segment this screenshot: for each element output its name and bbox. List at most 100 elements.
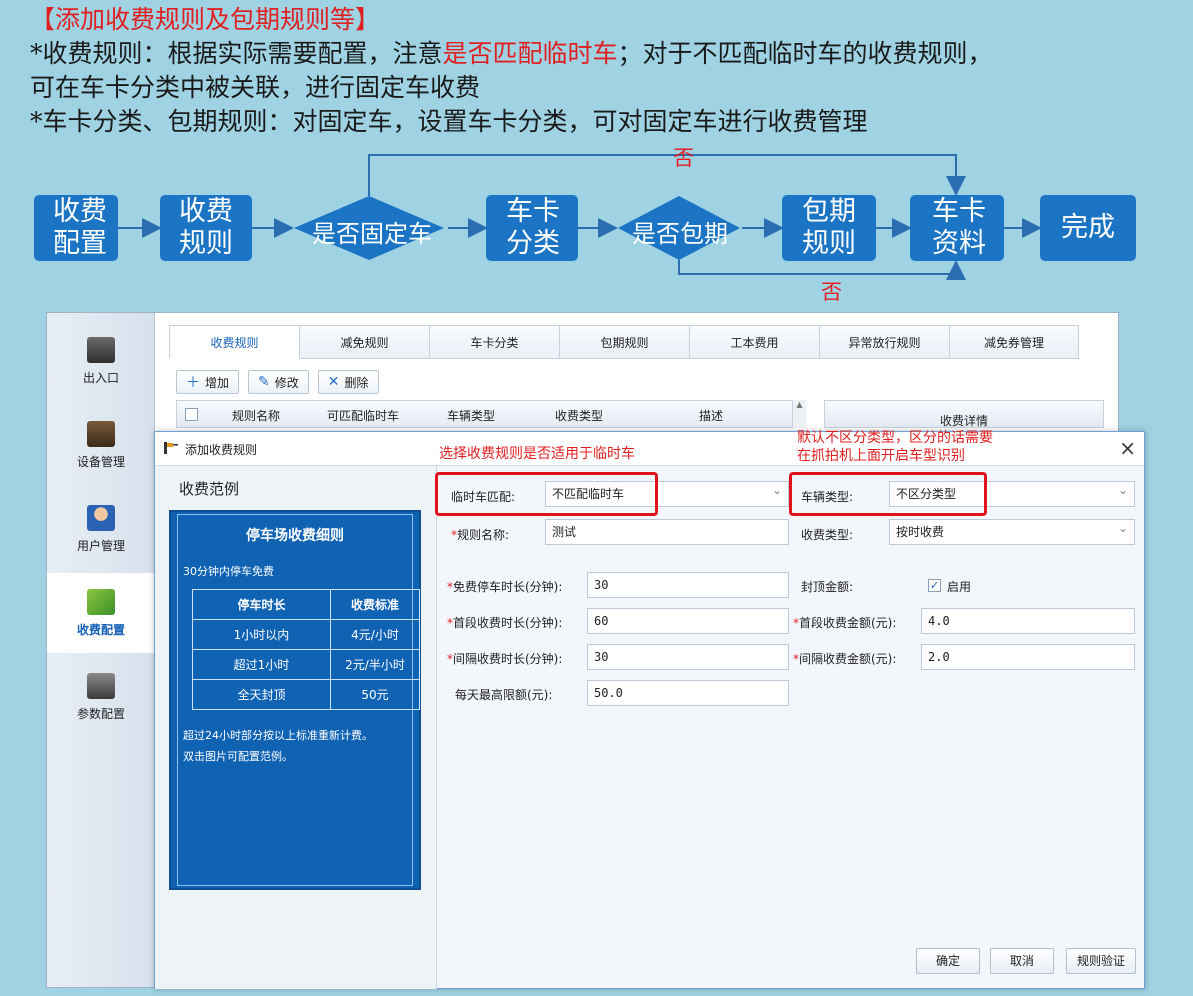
free-duration-input[interactable]: 30 (587, 572, 789, 598)
line1-highlight: 是否匹配临时车 (442, 39, 618, 68)
device-icon (87, 420, 115, 447)
flow-box-card-data: 车卡 资料 (910, 195, 1004, 261)
cancel-button[interactable]: 取消 (990, 948, 1054, 974)
flow-no-label-bottom: 否 (821, 280, 842, 304)
fee-type-select[interactable]: 按时收费 (889, 516, 1135, 545)
x-icon: ✕ (327, 374, 340, 390)
select-all-checkbox[interactable] (185, 408, 198, 421)
tab-card-class[interactable]: 车卡分类 (429, 325, 559, 359)
add-button[interactable]: ＋ 增加 (176, 370, 240, 394)
delete-label: 删除 (344, 375, 369, 390)
interval-amount-input[interactable]: 2.0 (921, 644, 1135, 670)
daily-max-input[interactable]: 50.0 (587, 680, 789, 706)
th-duration: 停车时长 (192, 589, 331, 620)
annotation-temp-car: 选择收费规则是否适用于临时车 (439, 446, 635, 462)
annotation-vehicle-type-2: 在抓拍机上面开启车型识别 (797, 448, 965, 464)
cap-enable-checkbox[interactable]: ✓ (928, 579, 941, 592)
first-amount-label: *首段收费金额(元): (793, 614, 896, 631)
flow-no-label-top: 否 (673, 146, 694, 170)
tab-abnormal-release[interactable]: 异常放行规则 (819, 325, 949, 359)
flow-text: 配置 (53, 228, 107, 259)
sidebar-item-user[interactable]: 用户管理 (47, 489, 155, 569)
example-card-border: 停车场收费细则 30分钟内停车免费 停车时长 收费标准 1小时以内 4元/小时 超过… (177, 514, 420, 886)
plus-icon: ＋ (186, 375, 200, 391)
sidebar-item-label: 出入口 (82, 370, 119, 385)
example-note-1: 超过24小时部分按以上标准重新计费。 (183, 729, 373, 742)
tab-card-cost[interactable]: 工本费用 (689, 325, 819, 359)
example-card[interactable]: 停车场收费细则 30分钟内停车免费 停车时长 收费标准 1小时以内 4元/小时 超过… (169, 510, 421, 890)
add-fee-rule-dialog: 添加收费规则 × 收费范例 停车场收费细则 30分钟内停车免费 停车时长 收费标准… (154, 430, 1145, 989)
flow-decision-fixed: 是否固定车 (312, 220, 432, 248)
ok-button[interactable]: 确定 (916, 948, 980, 974)
delete-button[interactable]: ✕ 删除 (317, 370, 379, 394)
free-duration-label: *免费停车时长(分钟): (447, 578, 562, 595)
table-row: 1小时以内 4元/小时 (192, 619, 420, 650)
flow-text: 资料 (932, 228, 986, 259)
rule-name-input[interactable]: 测试 (545, 519, 789, 545)
money-icon (87, 588, 115, 615)
col-temp-match[interactable]: 可匹配临时车 (327, 407, 399, 424)
interval-amount-label: *间隔收费金额(元): (793, 650, 896, 667)
dialog-title-bar: 添加收费规则 × (155, 432, 1144, 466)
example-notes: 超过24小时部分按以上标准重新计费。 双击图片可配置范例。 (183, 725, 373, 767)
col-vehicle-type[interactable]: 车辆类型 (447, 407, 495, 424)
th-fee: 收费标准 (330, 589, 420, 620)
tab-period-rule[interactable]: 包期规则 (559, 325, 689, 359)
flow-text: 收费 (179, 196, 233, 227)
slide-line-2: 可在车卡分类中被关联，进行固定车收费 (30, 73, 481, 102)
slide-title: 【添加收费规则及包期规则等】 (30, 5, 381, 34)
cap-amount-label: 封顶金额: (801, 580, 854, 594)
flow-text: 车卡 (932, 196, 986, 227)
flow-box-fee-config: 收费 配置 (34, 195, 118, 261)
example-fee-table: 停车时长 收费标准 1小时以内 4元/小时 超过1小时 2元/半小时 全天封顶 50元 (192, 589, 420, 710)
slide-line-3: *车卡分类、包期规则：对固定车，设置车卡分类，可对固定车进行收费管理 (30, 107, 868, 136)
first-duration-label-text: 首段收费时长(分钟): (453, 616, 563, 630)
grid-scroll-up[interactable]: ▲ (792, 400, 806, 428)
edit-button[interactable]: ✎ 修改 (248, 370, 309, 394)
sidebar-item-device[interactable]: 设备管理 (47, 405, 155, 485)
verify-rule-button[interactable]: 规则验证 (1066, 948, 1136, 974)
monitor-icon (87, 672, 115, 699)
line1-text-b: ；对于不匹配临时车的收费规则， (617, 39, 993, 68)
cap-enable-label: 启用 (947, 580, 972, 594)
interval-duration-label: *间隔收费时长(分钟): (447, 650, 562, 667)
table-row: 全天封顶 50元 (192, 679, 420, 710)
close-icon[interactable]: × (1119, 436, 1136, 460)
tab-bar: 收费规则 减免规则 车卡分类 包期规则 工本费用 异常放行规则 减免券管理 (169, 325, 1079, 359)
flow-text: 包期 (802, 196, 856, 227)
sidebar-item-label: 参数配置 (76, 706, 125, 721)
col-rule-name[interactable]: 规则名称 (232, 407, 280, 424)
toolbar: ＋ 增加 ✎ 修改 ✕ 删除 (176, 370, 379, 394)
sidebar-item-label: 设备管理 (76, 454, 125, 469)
highlight-vehicle-type (789, 472, 987, 516)
flow-text: 分类 (506, 228, 560, 259)
line1-text-a: *收费规则：根据实际需要配置，注意 (30, 39, 443, 68)
sidebar-item-params[interactable]: 参数配置 (47, 657, 155, 737)
rule-name-label-text: 规则名称: (457, 528, 510, 542)
sidebar: 出入口 设备管理 用户管理 收费配置 参数配置 (47, 313, 155, 987)
slide-line-1: *收费规则：根据实际需要配置，注意是否匹配临时车；对于不匹配临时车的收费规则， (30, 38, 993, 70)
table-row: 超过1小时 2元/半小时 (192, 649, 420, 680)
flow-decision-period: 是否包期 (632, 220, 728, 248)
camera-icon (87, 336, 115, 363)
tab-discount-rule[interactable]: 减免规则 (299, 325, 429, 359)
first-amount-input[interactable]: 4.0 (921, 608, 1135, 634)
tab-coupon[interactable]: 减免券管理 (949, 325, 1079, 359)
sidebar-item-entrance[interactable]: 出入口 (47, 321, 155, 401)
example-heading: 停车场收费细则 (246, 528, 344, 544)
col-desc[interactable]: 描述 (699, 407, 723, 424)
interval-duration-input[interactable]: 30 (587, 644, 789, 670)
cell-fee: 2元/半小时 (330, 649, 420, 680)
cell-fee: 4元/小时 (330, 619, 420, 650)
first-amount-label-text: 首段收费金额(元): (799, 616, 897, 630)
fee-type-label: 收费类型: (801, 528, 854, 542)
pencil-icon: ✎ (258, 374, 270, 390)
flow-text: 车卡 (506, 196, 560, 227)
example-panel: 收费范例 停车场收费细则 30分钟内停车免费 停车时长 收费标准 1小时以内 4元/… (155, 466, 437, 989)
tab-fee-rule[interactable]: 收费规则 (169, 325, 299, 359)
cell-duration: 全天封顶 (192, 679, 331, 710)
col-fee-type[interactable]: 收费类型 (555, 407, 603, 424)
sidebar-item-fee-config[interactable]: 收费配置 (47, 573, 155, 653)
flow-text: 规则 (802, 228, 856, 259)
first-duration-input[interactable]: 60 (587, 608, 789, 634)
